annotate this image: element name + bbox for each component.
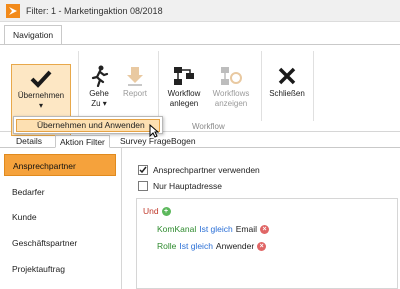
filter-main-panel: Ansprechpartner verwenden Nur Hauptadres… xyxy=(124,148,400,289)
sidebar-item-customer[interactable]: Kunde xyxy=(4,206,116,228)
ribbon-divider xyxy=(313,51,314,121)
show-workflows-label: Workflows xyxy=(212,89,250,98)
filter-condition-row: KomKanal Ist gleich Email × xyxy=(157,224,272,234)
filter-entity-sidebar: Ansprechpartner Bedarfer Kunde Geschäfts… xyxy=(0,148,122,289)
ribbon-divider xyxy=(158,51,159,121)
content-tab-strip: Details Aktion Filter Survey FrageBogen xyxy=(0,134,400,148)
condition-field[interactable]: KomKanal xyxy=(157,224,196,234)
use-contact-label: Ansprechpartner verwenden xyxy=(153,165,260,175)
create-workflow-label: Workflow xyxy=(167,89,201,98)
main-address-label: Nur Hauptadresse xyxy=(153,181,222,191)
show-workflows-button[interactable]: Workflows anzeigen xyxy=(208,65,254,109)
remove-condition-icon[interactable]: × xyxy=(260,224,270,234)
close-icon xyxy=(278,67,296,85)
apply-button-label: Übernehmen xyxy=(17,91,65,100)
report-icon xyxy=(127,67,143,86)
tab-navigation[interactable]: Navigation xyxy=(4,25,63,45)
workflow-icon xyxy=(174,67,194,85)
sidebar-item-project-order[interactable]: Projektauftrag xyxy=(4,258,116,280)
apply-dropdown-menu: Übernehmen und Anwenden xyxy=(13,116,163,134)
main-address-checkbox[interactable] xyxy=(138,181,148,191)
goto-button[interactable]: Gehe Zu ▾ xyxy=(82,65,116,109)
apply-and-run-menu-item[interactable]: Übernehmen und Anwenden xyxy=(16,119,160,132)
use-contact-checkbox[interactable] xyxy=(138,165,148,175)
condition-value[interactable]: Anwender xyxy=(216,241,254,251)
condition-comparator[interactable]: Ist gleich xyxy=(199,224,233,234)
tab-action-filter[interactable]: Aktion Filter xyxy=(55,135,110,148)
and-operator[interactable]: Und xyxy=(143,206,159,216)
running-man-icon xyxy=(91,65,109,87)
condition-comparator[interactable]: Ist gleich xyxy=(179,241,213,251)
ribbon-tab-strip: Navigation xyxy=(0,22,400,45)
use-contact-option[interactable]: Ansprechpartner verwenden xyxy=(138,165,260,175)
create-workflow-button[interactable]: Workflow anlegen xyxy=(162,65,206,109)
filter-condition-editor: Und + KomKanal Ist gleich Email × Rolle … xyxy=(136,198,398,289)
show-workflows-sublabel: anzeigen xyxy=(214,99,248,108)
goto-button-sublabel: Zu ▾ xyxy=(91,99,107,108)
filter-group-row: Und + xyxy=(143,206,174,216)
filter-condition-row: Rolle Ist gleich Anwender × xyxy=(157,241,269,251)
checkmark-icon xyxy=(139,166,147,174)
main-address-option[interactable]: Nur Hauptadresse xyxy=(138,181,222,191)
goto-button-label: Gehe xyxy=(89,89,109,98)
create-workflow-sublabel: anlegen xyxy=(169,99,199,108)
chevron-down-icon: ▾ xyxy=(38,101,43,110)
add-condition-icon[interactable]: + xyxy=(161,206,171,216)
condition-field[interactable]: Rolle xyxy=(157,241,176,251)
tab-details[interactable]: Details xyxy=(12,135,46,148)
remove-condition-icon[interactable]: × xyxy=(257,241,267,251)
mouse-cursor-icon xyxy=(149,124,159,138)
sidebar-item-business-partner[interactable]: Geschäftspartner xyxy=(4,232,116,254)
sidebar-item-contact[interactable]: Ansprechpartner xyxy=(4,154,116,176)
ribbon-divider xyxy=(78,51,79,121)
close-button-label: Schließen xyxy=(269,89,305,98)
title-bar: Filter: 1 - Marketingaktion 08/2018 xyxy=(0,0,400,22)
window-title: Filter: 1 - Marketingaktion 08/2018 xyxy=(26,5,163,16)
app-icon xyxy=(6,3,20,18)
ribbon-divider xyxy=(261,51,262,121)
checkmark-icon xyxy=(30,70,52,88)
report-button[interactable]: Report xyxy=(118,65,152,99)
condition-value[interactable]: Email xyxy=(236,224,257,234)
ribbon-group-label-workflow: Workflow xyxy=(192,122,225,131)
close-button[interactable]: Schließen xyxy=(265,65,309,99)
report-button-label: Report xyxy=(122,89,147,98)
workflows-icon xyxy=(221,67,242,85)
sidebar-item-bedarfer[interactable]: Bedarfer xyxy=(4,181,116,203)
